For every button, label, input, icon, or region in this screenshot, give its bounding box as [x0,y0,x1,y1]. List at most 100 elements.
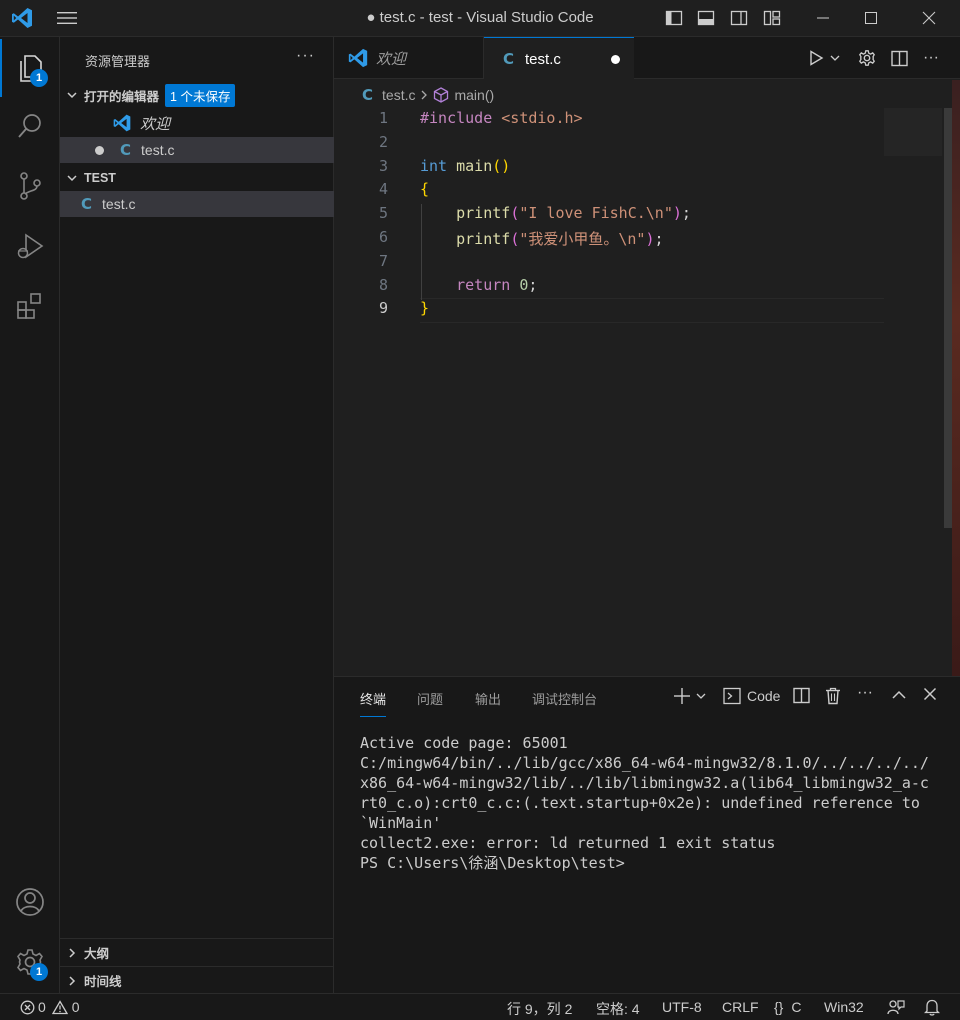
tab-welcome[interactable]: 欢迎 [334,37,484,79]
source-control-activity[interactable] [0,157,60,215]
timeline-section[interactable]: 时间线 [60,966,334,994]
terminal-line: rt0_c.o):crt0_c.c:(.text.startup+0x2e): … [360,794,920,812]
chevron-right-icon [422,90,428,100]
line-number: 9 [378,299,388,318]
play-icon [810,50,824,66]
minimize-button[interactable] [800,0,846,36]
close-icon [923,687,937,701]
line-number: 2 [378,132,388,151]
maximize-panel-button[interactable] [891,687,907,703]
accounts-activity[interactable] [0,873,60,931]
split-terminal-button[interactable] [793,687,810,704]
folder-section[interactable]: TEST [60,165,334,191]
line-number: 3 [378,156,388,175]
minimap[interactable] [884,108,942,156]
open-editor-label: 欢迎 [140,115,171,133]
open-editors-title: 打开的编辑器 [84,89,160,104]
terminal-icon [723,687,741,705]
language-label: C [791,999,802,1015]
line-ending[interactable]: CRLF [722,999,759,1015]
toggle-secondary-sidebar-icon[interactable] [730,9,748,27]
language-mode[interactable]: {} C [774,999,801,1015]
file-test-c[interactable]: C test.c [60,191,334,217]
plus-icon [674,688,690,704]
explorer-more-actions[interactable]: ··· [296,47,315,65]
unsaved-badge: 1 个未保存 [165,83,236,107]
platform[interactable]: Win32 [824,999,864,1015]
editor-tabs: 欢迎 C test.c ··· [334,37,960,80]
tab-debug-console[interactable]: 调试控制台 [532,689,597,708]
c-file-icon: C [81,195,93,213]
tab-test-c[interactable]: C test.c [484,37,634,80]
open-editors-section[interactable]: 打开的编辑器 1 个未保存 [60,82,334,108]
dirty-dot-icon[interactable] [95,145,104,155]
toggle-panel-icon[interactable] [697,9,715,27]
code-line[interactable]: { [420,180,429,198]
panel-more-button[interactable]: ··· [857,684,873,702]
open-editor-welcome[interactable]: 欢迎 [60,110,334,136]
terminal-line: collect2.exe: error: ld returned 1 exit … [360,834,776,852]
breadcrumb-file[interactable]: test.c [382,87,415,103]
terminal-output[interactable]: Active code page: 65001 C:/mingw64/bin/..… [360,733,940,873]
feedback-button[interactable] [887,999,905,1016]
bell-icon [924,999,940,1016]
warning-count: 0 [71,999,80,1015]
code-line[interactable]: return 0; [420,276,537,294]
open-editor-test-c[interactable]: C test.c [60,137,334,163]
title-bar: ● test.c - test - Visual Studio Code [0,0,960,37]
line-number: 1 [378,109,388,127]
outline-section[interactable]: 大纲 [60,938,334,966]
open-editor-label: test.c [141,142,175,158]
chevron-down-icon [60,172,84,184]
new-terminal-button[interactable] [673,687,706,705]
run-debug-icon [17,233,44,259]
cursor-position[interactable]: 行 9，列 2 [507,999,572,1019]
close-panel-button[interactable] [923,687,937,701]
outline-title: 大纲 [84,947,110,961]
run-debug-activity[interactable] [0,217,60,275]
problems-status[interactable]: 0 0 [20,999,80,1015]
settings-button[interactable] [858,49,876,67]
more-actions-button[interactable]: ··· [923,49,939,67]
explorer-activity[interactable]: 1 [0,39,60,97]
breadcrumb: C test.c main() [334,80,944,110]
code-line[interactable]: printf("I love FishC.\n"); [420,204,691,222]
notifications-button[interactable] [924,999,940,1016]
timeline-title: 时间线 [84,975,122,989]
file-label: test.c [102,196,136,212]
vscode-logo-icon [348,48,368,68]
encoding[interactable]: UTF-8 [662,999,702,1015]
extensions-activity[interactable] [0,277,60,335]
c-file-icon: C [362,86,374,104]
hamburger-menu-icon[interactable] [56,10,78,26]
indentation[interactable]: 空格: 4 [596,999,640,1019]
terminal-selector[interactable]: Code [723,687,780,705]
warning-icon [51,999,68,1014]
vscode-logo-icon[interactable] [10,6,34,30]
search-activity[interactable] [0,97,60,155]
kill-terminal-button[interactable] [825,687,841,705]
code-line[interactable]: } [420,299,429,317]
bottom-panel: 终端 问题 输出 调试控制台 Code ··· Active code page… [334,676,960,993]
run-button[interactable] [808,49,840,67]
tab-output[interactable]: 输出 [475,689,501,708]
maximize-button[interactable] [848,0,894,36]
unsaved-dot-icon[interactable] [611,55,620,64]
breadcrumb-symbol[interactable]: main() [454,87,494,103]
source-control-icon [20,172,41,200]
code-line[interactable]: #include <stdio.h> [420,109,583,127]
code-line[interactable]: printf("我爱小甲鱼。\n"); [420,228,663,249]
split-editor-button[interactable] [891,49,908,67]
status-bar: 0 0 行 9，列 2 空格: 4 UTF-8 CRLF {} C Win32 [0,993,960,1020]
feedback-icon [887,1000,905,1015]
customize-layout-icon[interactable] [763,9,781,27]
editor-scrollbar[interactable] [944,108,952,528]
code-line[interactable]: int main() [420,157,510,175]
close-window-button[interactable] [906,0,952,36]
settings-badge: 1 [30,963,48,981]
toggle-primary-sidebar-icon[interactable] [665,9,683,27]
tab-problems[interactable]: 问题 [417,689,443,708]
manage-activity[interactable]: 1 [0,933,60,991]
braces-icon: {} [774,999,784,1015]
tab-terminal[interactable]: 终端 [360,689,387,717]
